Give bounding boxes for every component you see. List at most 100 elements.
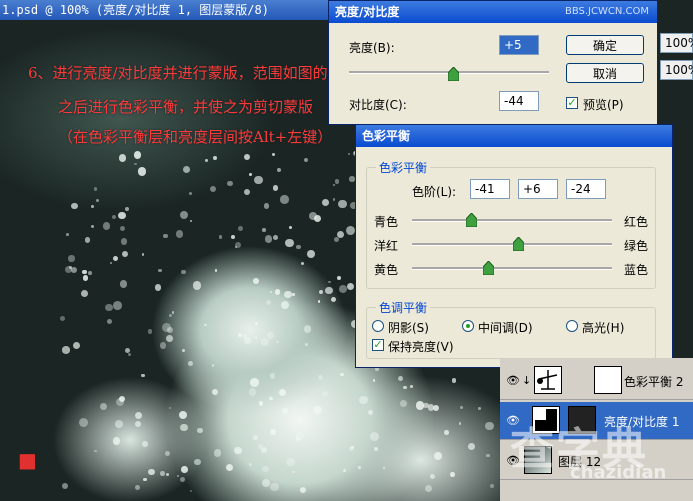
highlights-label: 高光(H) [582, 321, 625, 335]
balance-scale-icon [537, 370, 558, 390]
color-balance-titlebar[interactable]: 色彩平衡 [356, 125, 672, 147]
slider-right-label-green: 绿色 [624, 239, 649, 253]
foliage-speck [115, 419, 124, 428]
foliage-speck [373, 446, 379, 451]
foliage-speck [270, 482, 279, 492]
eye-icon[interactable]: 👁 [506, 374, 520, 387]
preserve-luminosity-checkbox[interactable]: ✓ [372, 339, 384, 351]
layer-name: 色彩平衡 2 [624, 375, 684, 389]
foliage-speck [359, 395, 368, 404]
foliage-speck [112, 214, 117, 219]
preview-label: 预览(P) [583, 98, 624, 112]
foliage-speck [244, 337, 252, 344]
tutorial-line-2: 之后进行色彩平衡，并使之为剪切蒙版 [58, 98, 314, 116]
foliage-speck [80, 290, 88, 297]
foliage-speck [313, 405, 322, 414]
midtones-radio[interactable] [462, 320, 474, 332]
corner-logo-icon: ■ [18, 448, 37, 472]
foliage-speck [181, 349, 185, 352]
foliage-speck [410, 385, 413, 389]
foliage-speck [248, 388, 257, 396]
contrast-input[interactable]: -44 [499, 91, 539, 111]
foliage-speck [261, 228, 266, 232]
foliage-speck [269, 373, 276, 379]
foliage-speck [332, 183, 336, 187]
site-watermark-small: chazidian [570, 462, 667, 483]
foliage-speck [211, 364, 215, 367]
preserve-luminosity-label: 保持亮度(V) [388, 340, 454, 354]
yellow-blue-track[interactable] [412, 267, 612, 270]
foliage-speck [280, 195, 289, 204]
mask-thumbnail [594, 366, 622, 394]
foliage-speck [349, 447, 353, 451]
tutorial-line-3: （在色彩平衡层和亮度层间按Alt+左键） [58, 128, 333, 146]
foliage-speck [189, 489, 192, 492]
brightness-input[interactable]: +5 [499, 35, 539, 55]
preview-checkbox[interactable]: ✓ [566, 97, 578, 109]
foliage-speck [347, 152, 351, 155]
level-magenta-green-input[interactable]: +6 [518, 179, 558, 199]
foliage-speck [112, 437, 121, 445]
foliage-speck [213, 156, 217, 161]
brightness-contrast-titlebar[interactable]: 亮度/对比度 BBS.JCWCN.COM [329, 1, 657, 23]
contrast-label: 对比度(C): [349, 98, 407, 112]
foliage-speck [238, 225, 243, 231]
foliage-speck [113, 301, 122, 310]
color-balance-group-title: 色彩平衡 [376, 159, 431, 176]
foliage-speck [91, 225, 95, 229]
fill-value[interactable]: 100% [660, 60, 693, 80]
foliage-speck [325, 286, 333, 294]
level-cyan-red-input[interactable]: -41 [470, 179, 510, 199]
foliage-speck [253, 175, 263, 185]
foliage-speck [296, 436, 300, 441]
brightness-contrast-dialog: 亮度/对比度 BBS.JCWCN.COM 亮度(B): +5 对比度(C): -… [328, 0, 658, 125]
opacity-value[interactable]: 100% [660, 33, 693, 53]
magenta-green-slider-thumb[interactable] [513, 237, 524, 251]
brightness-contrast-title: 亮度/对比度 [335, 5, 400, 19]
foliage-speck [303, 325, 312, 333]
foliage-speck [273, 235, 279, 241]
foliage-speck [307, 250, 315, 259]
foliage-speck [332, 198, 335, 201]
foliage-speck [93, 187, 97, 191]
foliage-speck [255, 322, 258, 325]
foliage-speck [292, 470, 295, 474]
foliage-speck [489, 484, 494, 489]
cyan-red-slider-thumb[interactable] [466, 213, 477, 227]
highlights-radio[interactable] [566, 320, 578, 332]
foliage-speck [397, 375, 404, 381]
foliage-speck [178, 410, 187, 419]
cyan-red-track[interactable] [412, 219, 612, 222]
foliage-speck [334, 179, 340, 185]
foliage-speck [260, 338, 270, 347]
foliage-speck [322, 390, 329, 397]
layer-row-color-balance[interactable]: 👁 ↓ 色彩平衡 2 [500, 362, 693, 400]
ok-button[interactable]: 确定 [566, 35, 644, 55]
foliage-speck [187, 360, 194, 367]
foliage-speck [163, 233, 168, 239]
foliage-speck [415, 401, 425, 410]
foliage-speck [234, 447, 242, 455]
foliage-speck [249, 172, 252, 176]
foliage-speck [165, 334, 173, 342]
foliage-speck [292, 293, 296, 297]
shadows-label: 阴影(S) [388, 321, 429, 335]
level-yellow-blue-input[interactable]: -24 [566, 179, 606, 199]
foliage-speck [72, 341, 80, 349]
foliage-speck [330, 296, 336, 302]
foliage-speck [244, 153, 251, 160]
brightness-slider-thumb[interactable] [448, 67, 459, 81]
foliage-speck [125, 206, 130, 211]
magenta-green-track[interactable] [412, 243, 612, 246]
adjustment-thumbnail [534, 366, 562, 394]
foliage-speck [60, 315, 66, 321]
foliage-speck [267, 332, 275, 339]
foliage-speck [121, 250, 129, 258]
foliage-speck [340, 372, 344, 376]
cancel-button[interactable]: 取消 [566, 63, 644, 83]
document-title: 1.psd @ 100% (亮度/对比度 1, 图层蒙版/8) [2, 3, 269, 17]
foliage-speck [112, 255, 118, 261]
yellow-blue-slider-thumb[interactable] [483, 261, 494, 275]
shadows-radio[interactable] [372, 320, 384, 332]
foliage-speck [272, 153, 276, 157]
